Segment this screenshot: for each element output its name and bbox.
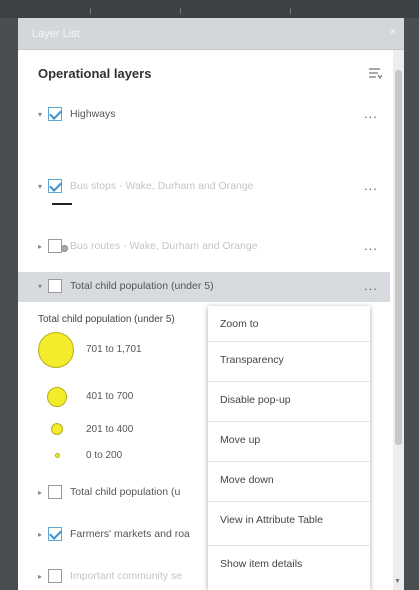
legend-class-label: 401 to 700: [86, 391, 134, 402]
layer-label: Total child population (u: [70, 486, 181, 498]
map-tick: [90, 8, 91, 14]
scroll-down-icon[interactable]: ▼: [394, 578, 401, 585]
legend-symbol-tiny: [55, 453, 60, 458]
layer-checkbox[interactable]: [48, 107, 62, 121]
expand-icon[interactable]: ▾: [38, 182, 42, 191]
layer-label: Bus routes - Wake, Durham and Orange: [70, 240, 258, 252]
menu-item-transparency[interactable]: Transparency: [208, 342, 370, 382]
scrollbar-thumb[interactable]: [395, 70, 402, 445]
expand-icon[interactable]: ▸: [38, 488, 42, 497]
map-tick: [180, 8, 181, 14]
more-options-icon[interactable]: ...: [364, 106, 378, 121]
legend-symbol-large: [38, 332, 74, 368]
menu-item-view-attribute-table[interactable]: View in Attribute Table: [208, 502, 370, 546]
expand-icon[interactable]: ▾: [38, 110, 42, 119]
menu-item-label: Show item details: [220, 558, 303, 570]
layer-checkbox[interactable]: [48, 485, 62, 499]
layer-row-bus-routes[interactable]: ▸ Bus routes - Wake, Durham and Orange .…: [18, 232, 390, 262]
map-tick: [290, 8, 291, 14]
layer-row-bus-stops[interactable]: ▾ Bus stops - Wake, Durham and Orange ..…: [18, 172, 390, 202]
menu-item-label: Move up: [220, 434, 261, 446]
layer-checkbox[interactable]: [48, 569, 62, 583]
more-options-icon[interactable]: ...: [364, 238, 378, 253]
more-options-icon[interactable]: ...: [364, 178, 378, 193]
menu-item-label: Disable pop-up: [220, 394, 291, 406]
layer-row-child-population[interactable]: ▾ Total child population (under 5) ...: [18, 272, 390, 302]
menu-item-zoom-to[interactable]: Zoom to: [208, 306, 370, 342]
layer-list-header: Layer List ×: [18, 18, 404, 50]
layer-label: Important community se: [70, 570, 183, 582]
panel-title: Operational layers: [38, 66, 152, 81]
layer-label: Bus stops - Wake, Durham and Orange: [70, 180, 254, 192]
layer-checkbox[interactable]: [48, 239, 62, 253]
layer-label: Farmers' markets and roa: [70, 528, 190, 540]
close-icon[interactable]: ×: [390, 26, 396, 38]
layer-checkbox[interactable]: [48, 279, 62, 293]
legend-class-label: 701 to 1,701: [86, 344, 142, 355]
layer-label: Total child population (under 5): [70, 280, 214, 292]
legend-symbol-medium: [47, 387, 67, 407]
expand-icon[interactable]: ▸: [38, 242, 42, 251]
layer-context-menu: Zoom to Transparency Disable pop-up Move…: [208, 306, 370, 590]
expand-icon[interactable]: ▸: [38, 530, 42, 539]
legend-class-label: 201 to 400: [86, 424, 134, 435]
menu-item-move-up[interactable]: Move up: [208, 422, 370, 462]
menu-item-show-item-details[interactable]: Show item details: [208, 546, 370, 590]
menu-item-label: Transparency: [220, 354, 284, 366]
menu-item-disable-popup[interactable]: Disable pop-up: [208, 382, 370, 422]
map-top-strip: [0, 0, 419, 18]
more-options-icon[interactable]: ...: [364, 278, 378, 293]
layer-row-highways[interactable]: ▾ Highways ...: [18, 100, 390, 130]
highway-legend-line: [52, 203, 72, 205]
list-options-icon[interactable]: [368, 66, 382, 80]
expand-icon[interactable]: ▸: [38, 572, 42, 581]
menu-item-label: Move down: [220, 474, 274, 486]
menu-item-label: View in Attribute Table: [220, 514, 323, 526]
menu-item-label: Zoom to: [220, 318, 259, 330]
legend-symbol-small: [51, 423, 63, 435]
window-title: Layer List: [32, 28, 80, 40]
legend-class-label: 0 to 200: [86, 450, 123, 461]
layer-label: Highways: [70, 108, 116, 120]
layer-checkbox[interactable]: [48, 179, 62, 193]
legend-title: Total child population (under 5): [38, 314, 175, 325]
expand-icon[interactable]: ▾: [38, 282, 42, 291]
layer-checkbox[interactable]: [48, 527, 62, 541]
menu-item-move-down[interactable]: Move down: [208, 462, 370, 502]
